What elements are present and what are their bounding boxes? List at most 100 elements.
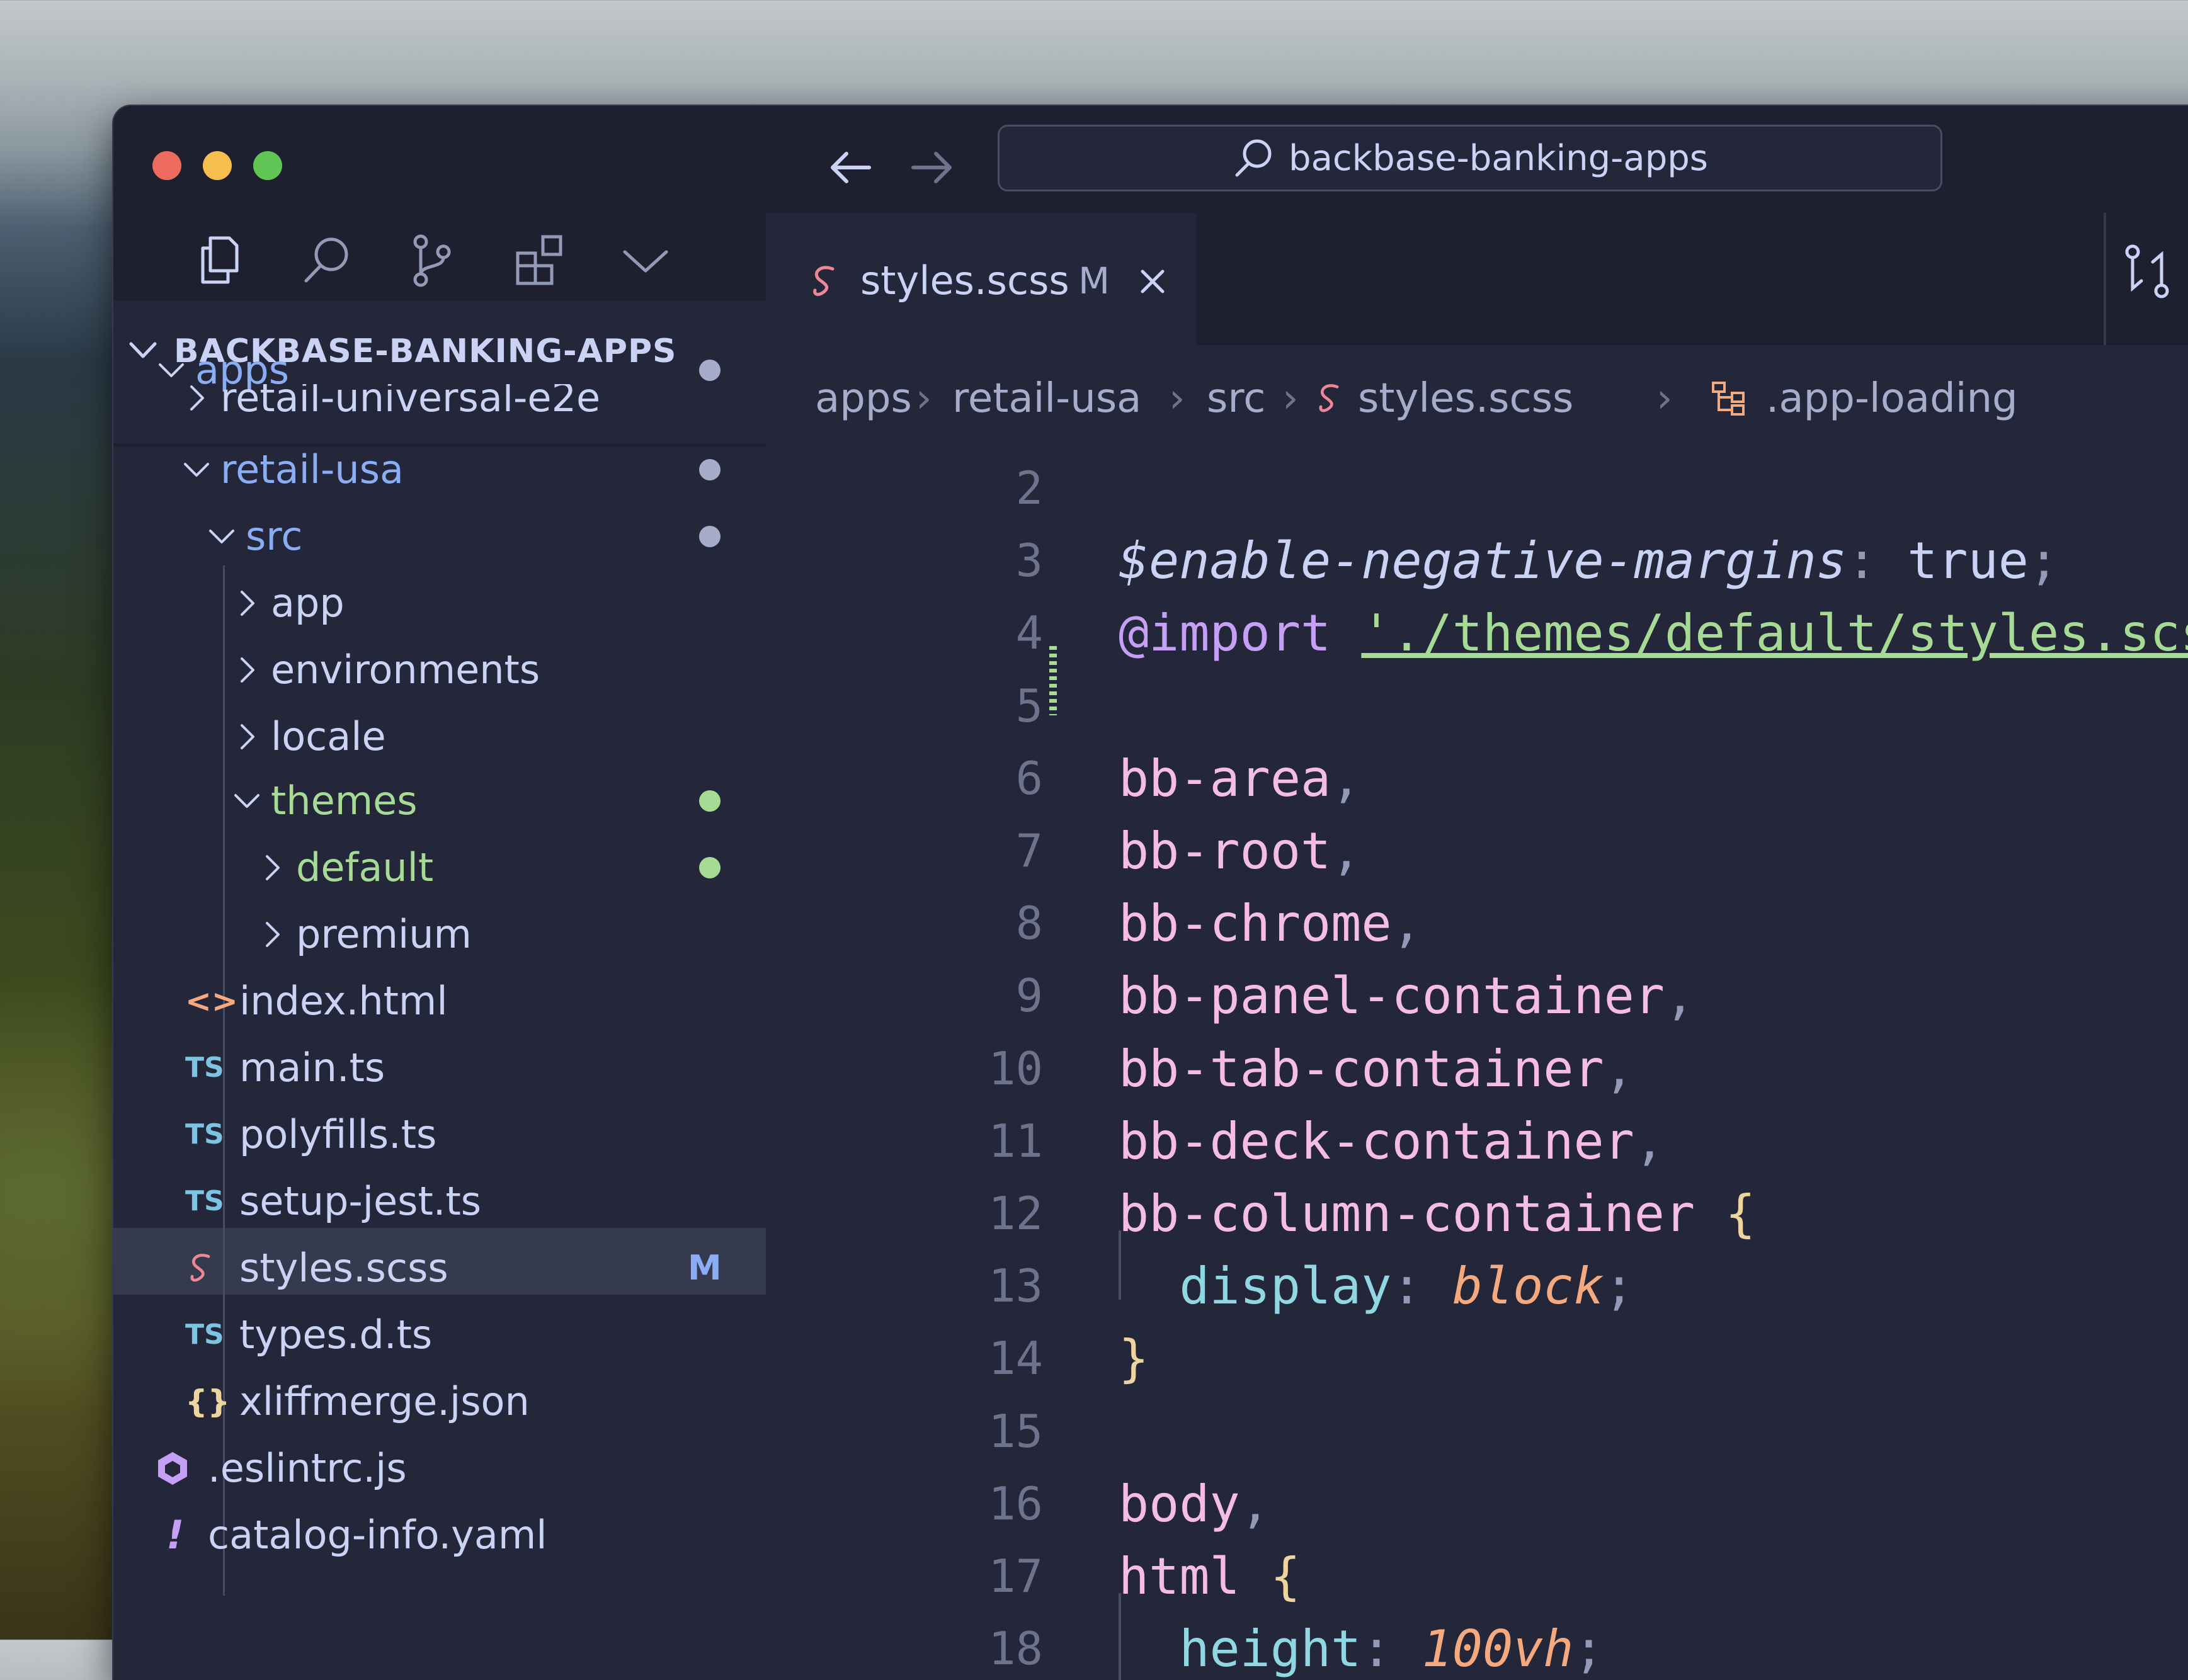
html-file-icon: <> bbox=[185, 983, 238, 1019]
close-window-button[interactable] bbox=[152, 151, 181, 180]
tree-item-label: polyfills.ts bbox=[239, 1111, 437, 1157]
code-line[interactable]: @import './themes/default/styles.scss'; bbox=[1119, 597, 2188, 669]
tree-item-premium[interactable]: premium bbox=[113, 902, 766, 967]
back-arrow-icon[interactable] bbox=[825, 142, 875, 193]
breadcrumb-styles-scss[interactable]: styles.scss bbox=[1358, 345, 1573, 452]
line-number: 16 bbox=[988, 1477, 1043, 1530]
code-line[interactable]: bb-column-container { bbox=[1119, 1178, 1755, 1250]
line-number: 18 bbox=[988, 1622, 1043, 1676]
modified-dot-indicator bbox=[699, 526, 721, 547]
code-line[interactable]: bb-area, bbox=[1119, 742, 1361, 815]
tree-item-setup-jest-ts[interactable]: TS setup-jest.ts bbox=[113, 1169, 766, 1234]
tab-bar-divider bbox=[2104, 213, 2106, 345]
code-token: 100vh bbox=[1422, 1620, 1574, 1679]
tree-item-main-ts[interactable]: TS main.ts bbox=[113, 1035, 766, 1101]
code-token: , bbox=[1331, 822, 1362, 880]
code-token: $enable-negative-margins bbox=[1119, 531, 1847, 591]
code-token: : bbox=[1391, 1257, 1452, 1316]
code-token: bb-column-container bbox=[1119, 1184, 1695, 1243]
explorer-icon[interactable] bbox=[191, 232, 248, 288]
tree-item-default[interactable]: default bbox=[113, 835, 766, 900]
sticky-scroll-divider bbox=[113, 443, 766, 447]
code-token: bb-panel-container bbox=[1119, 967, 1665, 1026]
code-token: ; bbox=[1573, 1620, 1604, 1679]
tab-label: styles.scss bbox=[860, 258, 1069, 304]
breadcrumb-retail-usa[interactable]: retail-usa bbox=[952, 345, 1141, 452]
code-line[interactable]: bb-chrome, bbox=[1119, 887, 1422, 960]
code-line[interactable]: display: block; bbox=[1119, 1250, 1634, 1322]
code-line[interactable]: html { bbox=[1119, 1540, 1301, 1613]
tab-modified-indicator: M bbox=[1078, 259, 1110, 302]
code-token: true bbox=[1907, 531, 2029, 591]
code-token: { bbox=[1725, 1184, 1756, 1243]
modified-line-gutter-marker[interactable] bbox=[1049, 646, 1057, 715]
tree-item-polyfills-ts[interactable]: TS polyfills.ts bbox=[113, 1102, 766, 1167]
minimize-window-button[interactable] bbox=[203, 151, 232, 180]
tree-item-index-html[interactable]: <> index.html bbox=[113, 968, 766, 1034]
tree-item-types-d-ts[interactable]: TS types.d.ts bbox=[113, 1302, 766, 1368]
tab-styles-scss[interactable]: styles.scss M bbox=[766, 213, 1197, 345]
tree-item-styles-scss[interactable]: styles.scss M bbox=[113, 1235, 766, 1301]
line-number: 10 bbox=[988, 1041, 1043, 1095]
code-editor[interactable]: 2 3 $enable-negative-margins: true; 4 @impor… bbox=[766, 452, 2188, 1680]
tree-item-themes[interactable]: themes bbox=[113, 768, 766, 834]
code-token: { bbox=[1270, 1547, 1301, 1606]
search-view-icon[interactable] bbox=[299, 232, 355, 288]
yaml-file-icon: ! bbox=[166, 1512, 185, 1558]
chevron-down-icon bbox=[233, 768, 261, 834]
code-line[interactable]: bb-tab-container, bbox=[1119, 1033, 1634, 1105]
code-line[interactable]: $enable-negative-margins: true; bbox=[1119, 525, 2059, 597]
line-number: 6 bbox=[1015, 751, 1043, 805]
code-token: } bbox=[1119, 1329, 1149, 1388]
breadcrumb-separator: › bbox=[1169, 375, 1185, 422]
code-token: height bbox=[1179, 1620, 1362, 1679]
tree-item-environments[interactable]: environments bbox=[113, 637, 766, 703]
code-line[interactable]: bb-deck-container, bbox=[1119, 1105, 1665, 1178]
line-number: 5 bbox=[1015, 679, 1043, 732]
modified-dot-indicator bbox=[699, 459, 721, 480]
symbol-class-icon bbox=[1712, 382, 1745, 416]
tree-item-label: styles.scss bbox=[239, 1245, 448, 1291]
code-line[interactable]: bb-root, bbox=[1119, 815, 1361, 887]
line-number: 13 bbox=[988, 1259, 1043, 1313]
editor-window: backbase-banking-apps BACKBASE-BANKING-A… bbox=[113, 106, 2188, 1680]
search-text: backbase-banking-apps bbox=[1289, 137, 1708, 179]
code-line[interactable]: bb-panel-container, bbox=[1119, 960, 1695, 1032]
source-control-icon[interactable] bbox=[403, 232, 460, 288]
tree-item-label: .eslintrc.js bbox=[208, 1445, 407, 1491]
scss-file-icon bbox=[1319, 384, 1339, 412]
code-token: , bbox=[1604, 1039, 1634, 1098]
extensions-icon[interactable] bbox=[510, 232, 567, 288]
code-line[interactable]: } bbox=[1119, 1322, 1149, 1395]
tree-item-catalog-info-yaml[interactable]: ! catalog-info.yaml bbox=[113, 1502, 766, 1568]
code-token: body bbox=[1119, 1474, 1240, 1533]
tree-item-label: default bbox=[296, 844, 434, 890]
forward-arrow-icon[interactable] bbox=[907, 142, 957, 193]
breadcrumb-separator: › bbox=[1656, 375, 1673, 422]
tree-item-label: main.ts bbox=[239, 1045, 385, 1091]
tree-item-xliffmerge-json[interactable]: {} xliffmerge.json bbox=[113, 1369, 766, 1434]
code-token: bb-root bbox=[1119, 822, 1331, 880]
line-number: 14 bbox=[988, 1332, 1043, 1385]
chevron-down-icon[interactable] bbox=[617, 232, 674, 288]
close-tab-icon[interactable] bbox=[1137, 266, 1168, 297]
line-number: 3 bbox=[1015, 534, 1043, 587]
line-number: 8 bbox=[1015, 897, 1043, 950]
code-token: ; bbox=[1604, 1257, 1634, 1316]
command-center-search[interactable]: backbase-banking-apps bbox=[998, 125, 1942, 191]
tree-item-src[interactable]: src bbox=[113, 504, 766, 569]
maximize-window-button[interactable] bbox=[253, 151, 282, 180]
code-line[interactable]: height: 100vh; bbox=[1119, 1613, 1604, 1680]
breadcrumb-apps[interactable]: apps bbox=[815, 345, 912, 452]
breadcrumb-src[interactable]: src bbox=[1207, 345, 1265, 452]
tree-item-app[interactable]: app bbox=[113, 570, 766, 636]
typescript-file-icon: TS bbox=[185, 1052, 224, 1084]
typescript-file-icon: TS bbox=[185, 1185, 224, 1217]
breadcrumb-app-loading[interactable]: .app-loading bbox=[1766, 345, 2018, 452]
code-line[interactable]: body, bbox=[1119, 1468, 1270, 1540]
tree-item-label: themes bbox=[271, 778, 418, 824]
tree-item-locale[interactable]: locale bbox=[113, 704, 766, 769]
tree-item-eslintrc-js[interactable]: .eslintrc.js bbox=[113, 1436, 766, 1501]
chevron-right-icon bbox=[238, 570, 257, 636]
open-changes-icon[interactable] bbox=[2122, 243, 2173, 300]
